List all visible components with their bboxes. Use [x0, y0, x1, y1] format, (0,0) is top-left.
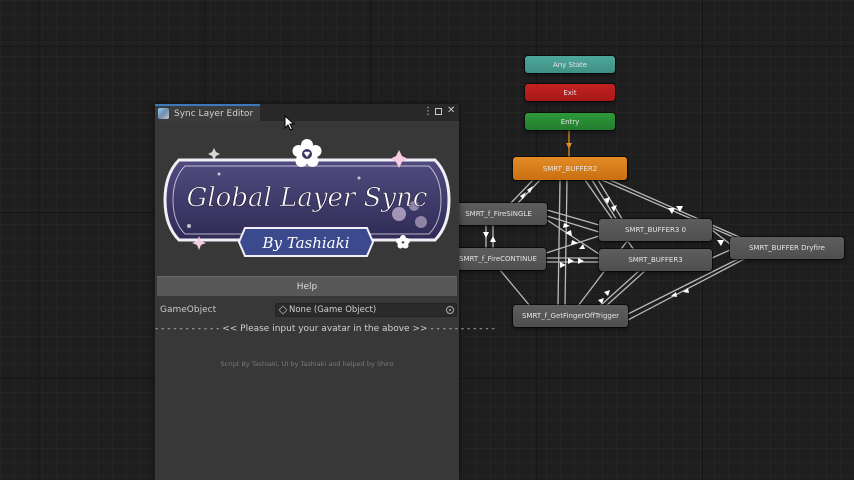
object-picker-icon[interactable] [446, 306, 454, 314]
node-label: SMRT_f_FireSINGLE [465, 210, 532, 218]
node-label: SMRT_f_FireCONTINUE [459, 255, 537, 263]
tab-title: Sync Layer Editor [174, 108, 254, 119]
node-label: SMRT_BUFFER2 [542, 164, 598, 173]
sync-layer-editor-window: Sync Layer Editor ⋮ ✕ Global Layer Sync … [155, 104, 495, 480]
state-node-buffer3-0[interactable]: SMRT_BUFFER3 0 [599, 219, 712, 241]
input-notice: - - - - - - - - - - - << Please input yo… [155, 324, 495, 334]
banner-title: Global Layer Sync [187, 183, 428, 213]
state-node-buffer2[interactable]: SMRT_BUFFER2 [513, 157, 627, 180]
any-state-node[interactable]: Any State [525, 56, 615, 73]
node-label: Entry [560, 117, 580, 126]
state-node-buffer3[interactable]: SMRT_BUFFER3 [599, 249, 712, 271]
node-label: SMRT_BUFFER3 [628, 256, 683, 264]
gameobject-label: GameObject [160, 305, 217, 315]
entry-node[interactable]: Entry [525, 113, 615, 130]
window-tab-bar: Sync Layer Editor ⋮ ✕ [155, 104, 459, 121]
exit-node[interactable]: Exit [525, 84, 615, 101]
state-node-firecontinue[interactable]: SMRT_f_FireCONTINUE [450, 248, 546, 270]
gameobject-icon [278, 305, 288, 315]
credit-text: Script By Tashiaki, UI by Tashiaki and h… [220, 360, 394, 368]
help-label: Help [296, 281, 318, 292]
gameobject-field[interactable]: None (Game Object) [275, 303, 457, 317]
node-label: SMRT_f_GetFingerOffTrigger [521, 312, 620, 320]
close-icon[interactable]: ✕ [447, 105, 455, 117]
editor-window-icon [158, 108, 169, 119]
kebab-menu-icon[interactable]: ⋮ [423, 106, 433, 118]
banner-subtitle: By Tashiaki [261, 234, 349, 252]
node-label: Exit [563, 88, 577, 97]
maximize-icon[interactable] [435, 108, 442, 115]
global-layer-sync-banner: Global Layer Sync By Tashiaki [163, 139, 451, 257]
state-node-getfingeroff[interactable]: SMRT_f_GetFingerOffTrigger [513, 305, 628, 327]
state-node-dryfire[interactable]: SMRT_BUFFER Dryfire [730, 237, 844, 259]
node-label: SMRT_BUFFER3 0 [624, 226, 686, 234]
node-label: Any State [552, 60, 588, 69]
node-label: SMRT_BUFFER Dryfire [749, 244, 825, 252]
tab-sync-layer-editor[interactable]: Sync Layer Editor [155, 104, 260, 121]
state-node-firesingle[interactable]: SMRT_f_FireSINGLE [450, 203, 547, 225]
gameobject-value: None (Game Object) [289, 305, 377, 315]
help-button[interactable]: Help [157, 276, 457, 296]
mouse-cursor-icon [284, 115, 296, 131]
